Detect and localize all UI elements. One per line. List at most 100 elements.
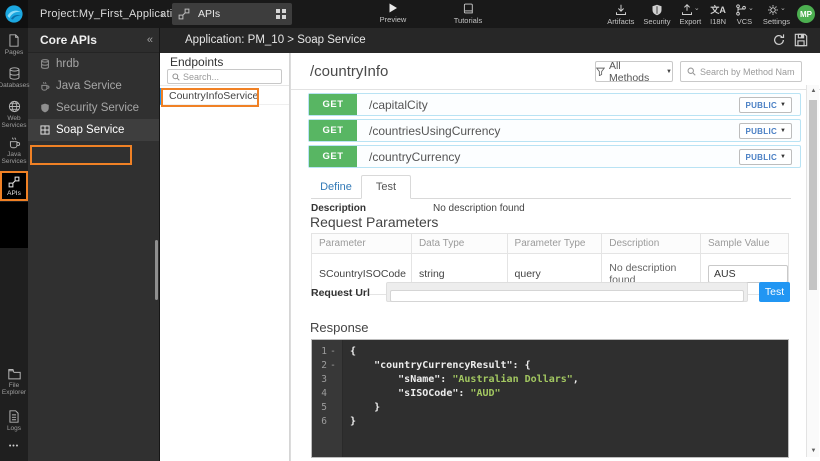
collapse-panel-icon[interactable]: «	[147, 34, 153, 46]
top-bar: Project:My_First_Application › APIs Prev…	[0, 0, 820, 28]
fold-marker-icon[interactable]: -	[327, 345, 339, 359]
refresh-button[interactable]	[772, 33, 786, 47]
app-logo[interactable]	[0, 0, 28, 28]
method-row-countriesusingcurrency[interactable]: GET /countriesUsingCurrency PUBLIC ▼	[308, 119, 801, 142]
settings-button[interactable]: ⌄ Settings	[763, 3, 790, 26]
topbar-tools: Artifacts Security ⌄ Export 文A I18	[607, 0, 790, 28]
response-title: Response	[310, 320, 369, 335]
detail-tabs: Define Test	[311, 175, 791, 199]
user-avatar[interactable]: MP	[797, 5, 815, 23]
endpoints-panel: Endpoints CountryInfoService	[160, 53, 290, 461]
caret-down-icon: ▼	[780, 154, 786, 160]
wavemaker-logo-icon	[4, 4, 24, 24]
security-button[interactable]: Security	[643, 3, 670, 26]
search-icon	[172, 73, 180, 81]
methods-filter-label: All Methods	[609, 60, 662, 84]
chevron-down-icon: ⌄	[780, 4, 786, 14]
database-icon	[40, 59, 50, 69]
vcs-button[interactable]: ⌄ VCS	[735, 3, 754, 26]
method-path: /capitalCity	[369, 98, 428, 112]
main-scrollbar[interactable]: ▲ ▼	[806, 85, 819, 457]
tab-test[interactable]: Test	[361, 175, 411, 199]
access-dropdown[interactable]: PUBLIC ▼	[739, 149, 792, 165]
sidebar-item-java-services[interactable]: Java Services	[0, 136, 28, 165]
highlight-outline	[30, 145, 132, 165]
description-label: Description	[311, 203, 366, 214]
fold-marker-icon[interactable]: -	[327, 359, 339, 373]
request-url-input[interactable]	[390, 290, 744, 302]
book-icon	[463, 3, 474, 14]
gear-icon	[767, 4, 779, 16]
service-header: /countryInfo All Methods ▼	[291, 53, 820, 90]
method-path: /countryCurrency	[369, 150, 460, 164]
chevron-down-icon: ⌄	[694, 4, 700, 14]
preview-button[interactable]: Preview	[375, 3, 411, 24]
soap-service-icon	[40, 125, 50, 135]
api-icon	[8, 176, 20, 188]
service-item-hrdb[interactable]: hrdb	[28, 53, 159, 75]
sidebar-item-databases[interactable]: Databases	[0, 67, 28, 89]
scrollbar-thumb[interactable]	[809, 100, 817, 290]
endpoints-search-input[interactable]	[183, 72, 277, 82]
sidebar-item-file-explorer[interactable]: File Explorer	[0, 368, 28, 396]
description-value: No description found	[433, 203, 525, 214]
service-item-security-service[interactable]: Security Service	[28, 97, 159, 119]
sample-value-input[interactable]	[708, 265, 788, 283]
folder-icon	[8, 368, 21, 380]
coffee-icon	[40, 81, 50, 91]
sidebar-item-apis[interactable]: APIs	[0, 171, 28, 201]
test-button[interactable]: Test	[759, 282, 790, 302]
more-options-button[interactable]: •••	[0, 443, 28, 450]
method-search-input[interactable]	[700, 67, 795, 77]
sidebar-item-pages[interactable]: Pages	[0, 34, 28, 56]
table-header-row: Parameter Data Type Parameter Type Descr…	[312, 234, 789, 254]
tab-define[interactable]: Define	[311, 175, 361, 199]
response-json: { "countryCurrencyResult": { "sName": "A…	[343, 340, 788, 457]
core-apis-title: Core APIs	[40, 33, 147, 47]
request-url-field	[386, 282, 748, 302]
service-item-soap-service[interactable]: Soap Service	[28, 119, 159, 141]
export-button[interactable]: ⌄ Export	[679, 3, 701, 26]
scroll-up-arrow[interactable]: ▲	[807, 88, 820, 94]
col-description: Description	[602, 234, 701, 254]
code-line: "sISOCode": "AUD"	[350, 387, 788, 401]
response-code-editor[interactable]: 1- 2- 3 4 5 6 { "countryCurrencyResult":…	[311, 339, 789, 458]
sidebar-item-logs[interactable]: Logs	[0, 410, 28, 432]
col-sample-value: Sample Value	[701, 234, 789, 254]
shield-icon	[651, 4, 663, 16]
grid-icon[interactable]	[276, 9, 286, 19]
search-icon	[687, 67, 696, 76]
method-path: /countriesUsingCurrency	[369, 124, 500, 138]
i18n-button[interactable]: 文A I18N	[710, 3, 726, 26]
endpoint-item-countryinfoservice[interactable]: CountryInfoService	[160, 88, 289, 105]
filter-icon	[596, 67, 605, 76]
col-parameter-type: Parameter Type	[507, 234, 602, 254]
sidebar-item-web-services[interactable]: Web Services	[0, 100, 28, 129]
save-button[interactable]	[794, 33, 808, 47]
code-line: "countryCurrencyResult": {	[350, 359, 788, 373]
shield-icon	[40, 103, 50, 113]
service-title: /countryInfo	[310, 53, 388, 90]
artifacts-label: Artifacts	[607, 17, 634, 26]
artifacts-button[interactable]: Artifacts	[607, 3, 634, 26]
tutorials-label: Tutorials	[454, 16, 482, 25]
access-dropdown[interactable]: PUBLIC ▼	[739, 97, 792, 113]
security-label: Security	[643, 17, 670, 26]
caret-down-icon: ▼	[780, 128, 786, 134]
refresh-icon	[772, 33, 786, 47]
tab-apis[interactable]: APIs	[172, 3, 292, 25]
scroll-down-arrow[interactable]: ▼	[807, 448, 820, 454]
panel-scrollbar-thumb[interactable]	[155, 240, 158, 300]
globe-icon	[8, 100, 21, 113]
request-parameters-title: Request Parameters	[310, 214, 438, 230]
service-item-java-service[interactable]: Java Service	[28, 75, 159, 97]
method-search[interactable]	[680, 61, 802, 82]
methods-filter-dropdown[interactable]: All Methods ▼	[595, 61, 673, 82]
tutorials-button[interactable]: Tutorials	[448, 3, 488, 25]
method-row-capitalcity[interactable]: GET /capitalCity PUBLIC ▼	[308, 93, 801, 116]
database-icon	[8, 67, 21, 80]
access-dropdown[interactable]: PUBLIC ▼	[739, 123, 792, 139]
method-row-countrycurrency[interactable]: GET /countryCurrency PUBLIC ▼	[308, 145, 801, 168]
http-verb-badge: GET	[309, 146, 357, 167]
endpoints-search[interactable]	[167, 69, 282, 84]
